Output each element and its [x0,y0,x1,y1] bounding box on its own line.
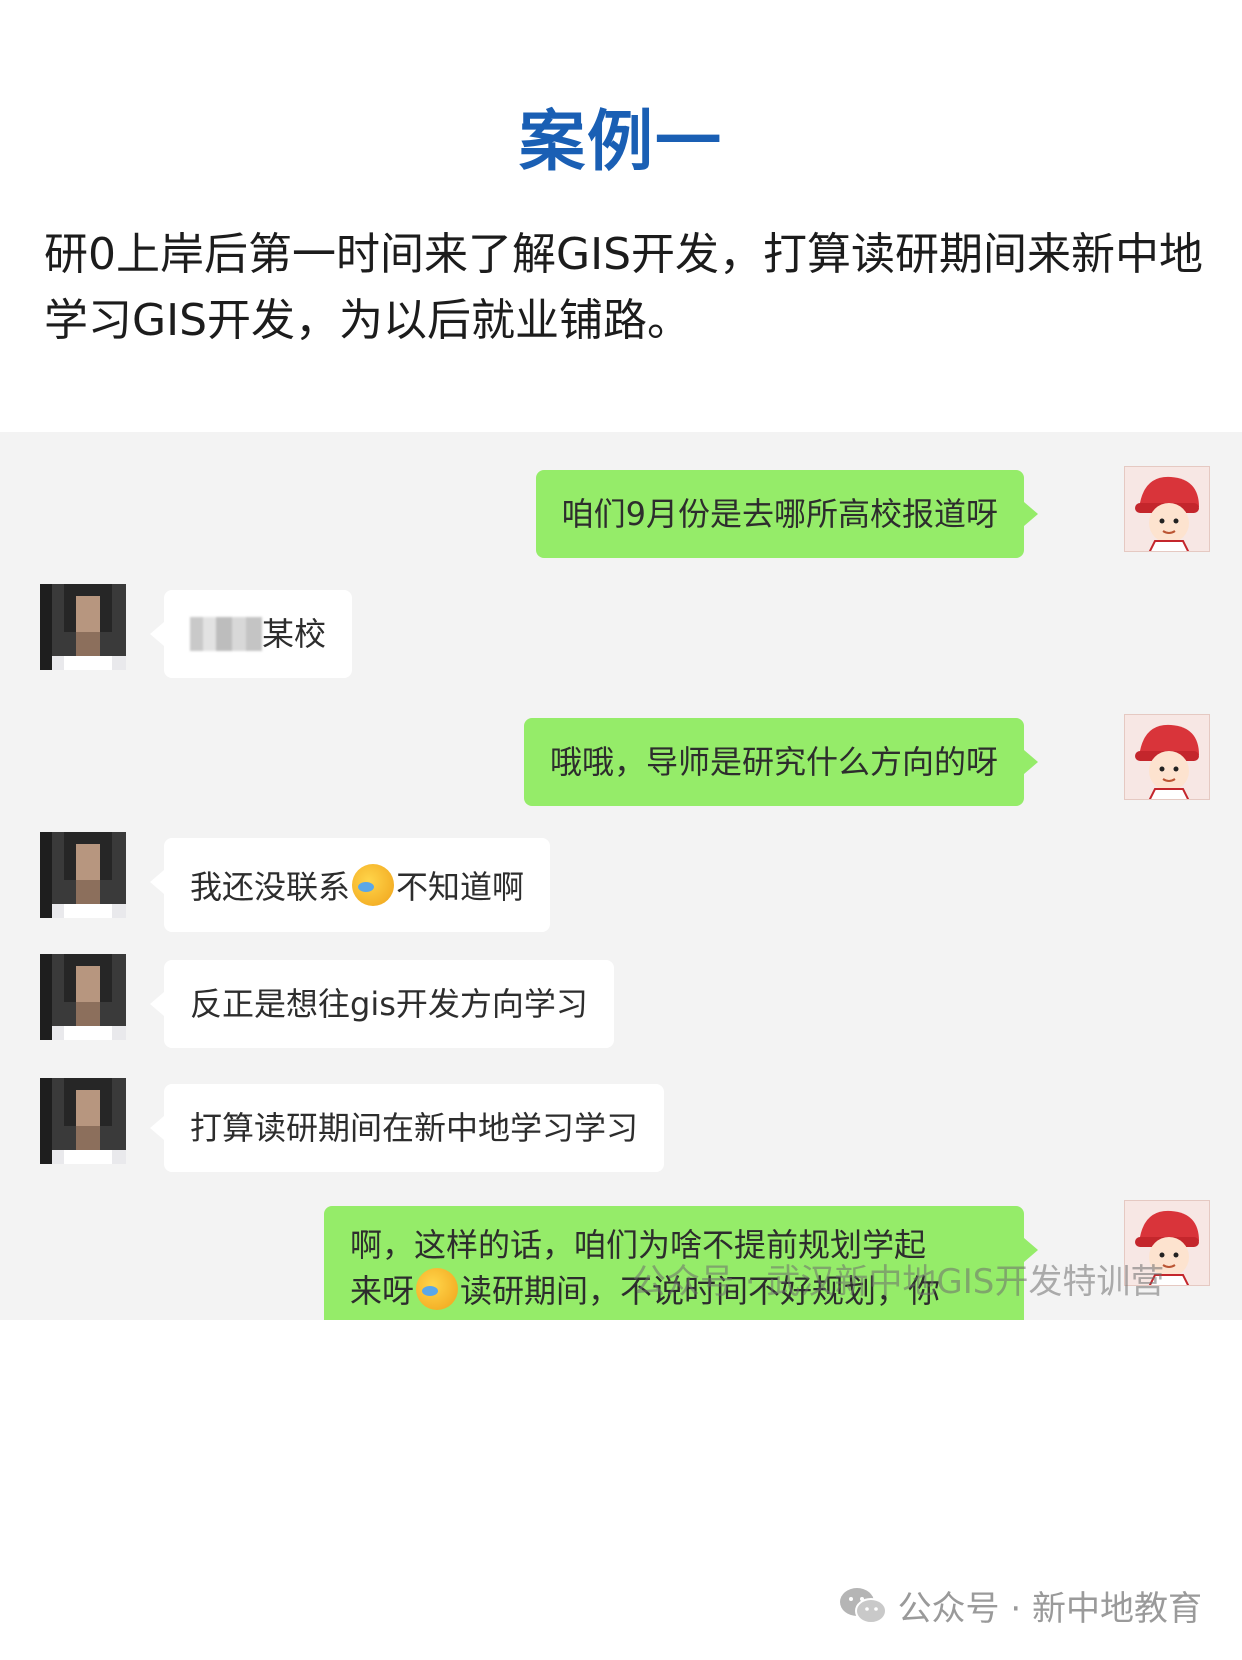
avatar-me [1124,466,1210,552]
message-bubble: 反正是想往gis开发方向学习 [150,960,614,1048]
avatar-them-pixelated [40,954,126,1040]
page-title: 案例一 [519,103,723,180]
message-text: 不知道啊 [396,868,525,906]
redacted-text [190,617,262,651]
message-bubble: 某校 [149,590,353,678]
crying-emoji-icon [416,1268,459,1310]
avatar-me [1124,714,1210,800]
message-bubble: 咱们9月份是去哪所高校报道呀 [535,470,1039,558]
avatar-them-pixelated [40,832,126,918]
avatar-them-pixelated [40,1078,126,1164]
watermark: 公众号 · 武汉新中地GIS开发特训营 [632,1262,1165,1302]
footer-attribution: 公众号 · 新中地教育 [838,1581,1202,1630]
wechat-icon [838,1586,888,1626]
message-text: 我还没联系 [190,868,351,906]
message-bubble: 打算读研期间在新中地学习学习 [149,1084,665,1172]
cartoon-avatar-icon [1125,715,1209,799]
message-text: 某校 [262,615,327,653]
cartoon-avatar-icon [1125,467,1209,551]
crying-emoji-icon [352,864,395,906]
pixelated-avatar-icon [40,584,126,670]
pixelated-avatar-icon [40,954,126,1040]
footer-text: 公众号 · 新中地教育 [897,1589,1202,1629]
message-bubble: 哦哦，导师是研究什么方向的呀 [523,718,1039,806]
pixelated-avatar-icon [40,1078,126,1164]
pixelated-avatar-icon [40,832,126,918]
intro-text: 研0上岸后第一时间来了解GIS开发，打算读研期间来新中地学习GIS开发，为以后就… [44,229,1203,346]
avatar-them-pixelated [40,584,126,670]
chat-screenshot: 咱们9月份是去哪所高校报道呀 某校 哦哦，导师是研究什么方向的呀 我还没联系 不… [0,432,1242,1320]
message-text: 来呀 [350,1272,415,1310]
message-bubble: 我还没联系 不知道啊 [149,838,551,932]
